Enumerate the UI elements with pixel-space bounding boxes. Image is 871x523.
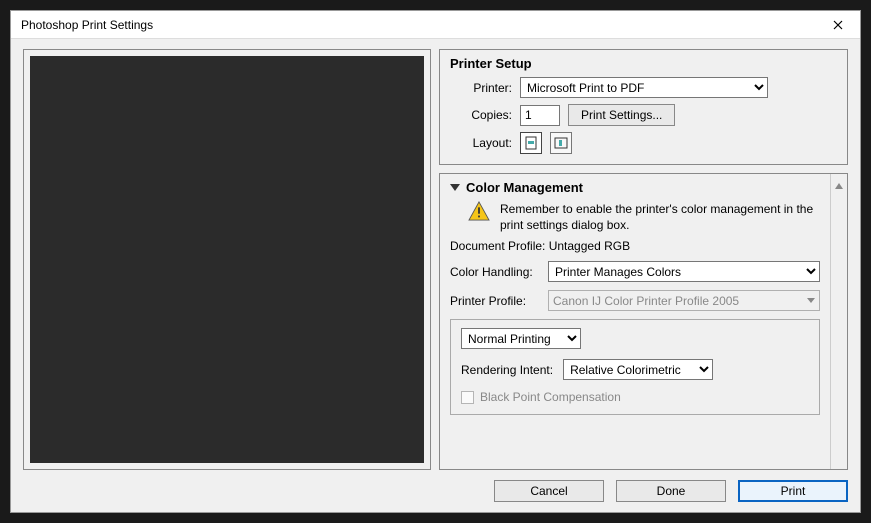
printer-setup-legend: Printer Setup	[450, 56, 837, 71]
document-profile-text: Document Profile: Untagged RGB	[450, 239, 820, 253]
copies-input[interactable]	[520, 105, 560, 126]
color-management-legend: Color Management	[466, 180, 583, 195]
chevron-down-icon	[807, 298, 815, 303]
layout-label: Layout:	[450, 136, 512, 150]
print-preview-panel	[23, 49, 431, 470]
right-column: Printer Setup Printer: Microsoft Print t…	[439, 49, 848, 470]
window-title: Photoshop Print Settings	[21, 18, 153, 32]
print-button[interactable]: Print	[738, 480, 848, 502]
portrait-icon	[525, 136, 537, 150]
options-scroll-panel: Color Management Remember to enable the …	[439, 173, 848, 470]
bpc-label: Black Point Compensation	[480, 390, 621, 404]
window-body: Printer Setup Printer: Microsoft Print t…	[11, 39, 860, 512]
close-icon	[833, 20, 843, 30]
layout-landscape-button[interactable]	[550, 132, 572, 154]
print-preview-canvas	[30, 56, 424, 463]
cancel-button[interactable]: Cancel	[494, 480, 604, 502]
printer-profile-select: Canon IJ Color Printer Profile 2005	[548, 290, 820, 311]
color-management-group: Color Management Remember to enable the …	[440, 174, 830, 469]
landscape-icon	[554, 137, 568, 149]
rendering-intent-select[interactable]: Relative Colorimetric	[563, 359, 713, 380]
warning-text: Remember to enable the printer's color m…	[500, 201, 820, 233]
print-settings-button[interactable]: Print Settings...	[568, 104, 675, 126]
rendering-intent-label: Rendering Intent:	[461, 363, 553, 377]
done-button[interactable]: Done	[616, 480, 726, 502]
printer-profile-label: Printer Profile:	[450, 294, 540, 308]
color-management-header[interactable]: Color Management	[450, 180, 820, 195]
printer-select[interactable]: Microsoft Print to PDF	[520, 77, 768, 98]
printer-setup-group: Printer Setup Printer: Microsoft Print t…	[439, 49, 848, 165]
bpc-checkbox	[461, 391, 474, 404]
scroll-up-icon	[831, 174, 847, 198]
main-row: Printer Setup Printer: Microsoft Print t…	[23, 49, 848, 470]
printing-mode-select[interactable]: Normal Printing	[461, 328, 581, 349]
layout-portrait-button[interactable]	[520, 132, 542, 154]
warning-icon	[468, 201, 490, 221]
printer-profile-value: Canon IJ Color Printer Profile 2005	[553, 294, 739, 308]
print-settings-window: Photoshop Print Settings Printer Setup P…	[10, 10, 861, 513]
copies-label: Copies:	[450, 108, 512, 122]
titlebar: Photoshop Print Settings	[11, 11, 860, 39]
scrollbar[interactable]	[830, 174, 847, 469]
bpc-row: Black Point Compensation	[461, 390, 809, 404]
printing-subgroup: Normal Printing Rendering Intent: Relati…	[450, 319, 820, 415]
close-button[interactable]	[824, 15, 852, 35]
printer-label: Printer:	[450, 81, 512, 95]
color-handling-select[interactable]: Printer Manages Colors	[548, 261, 820, 282]
footer-buttons: Cancel Done Print	[23, 478, 848, 502]
color-handling-label: Color Handling:	[450, 265, 540, 279]
disclosure-down-icon	[450, 184, 460, 191]
